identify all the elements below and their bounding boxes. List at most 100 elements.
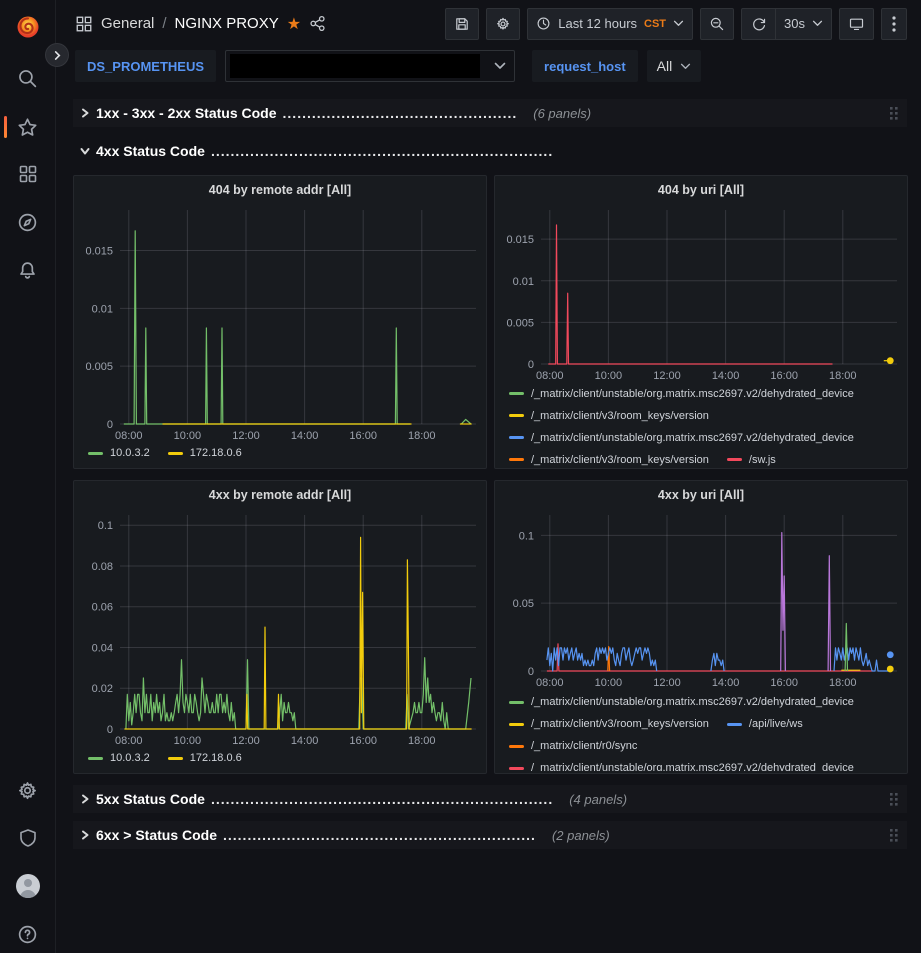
- configuration-gear-icon[interactable]: [0, 773, 55, 807]
- variable-label-request-host[interactable]: request_host: [532, 50, 638, 82]
- svg-text:18:00: 18:00: [408, 735, 436, 747]
- svg-text:16:00: 16:00: [349, 735, 377, 747]
- chevron-down-icon: [494, 62, 506, 70]
- variable-label-ds-prometheus[interactable]: DS_PROMETHEUS: [75, 50, 216, 82]
- clock-icon: [536, 16, 551, 31]
- panel-grid: 404 by remote addr [All] 08:0010:0012:00…: [73, 175, 907, 774]
- legend-item[interactable]: /_matrix/client/r0/sync: [509, 735, 637, 757]
- timeseries-chart-404-by-remote-addr[interactable]: 08:0010:0012:0014:0016:0018:0000.0050.01…: [74, 202, 486, 442]
- legend-series-label: 10.0.3.2: [110, 447, 150, 459]
- svg-text:08:00: 08:00: [536, 677, 564, 689]
- zoom-out-icon: [709, 16, 725, 32]
- search-icon[interactable]: [0, 61, 55, 95]
- favorite-star-icon[interactable]: ★: [287, 14, 301, 34]
- svg-text:0.06: 0.06: [92, 602, 113, 614]
- profile-avatar[interactable]: [0, 869, 55, 903]
- timeseries-chart-4xx-by-uri[interactable]: 08:0010:0012:0014:0016:0018:0000.050.1: [495, 507, 907, 691]
- svg-text:18:00: 18:00: [408, 430, 436, 442]
- refresh-interval-label: 30s: [784, 16, 805, 31]
- row-drag-handle[interactable]: [887, 790, 901, 809]
- svg-text:08:00: 08:00: [115, 430, 143, 442]
- zoom-out-time-button[interactable]: [700, 8, 734, 40]
- alerting-bell-icon[interactable]: [0, 253, 55, 287]
- save-icon: [454, 16, 470, 32]
- sidebar-expand-button[interactable]: [45, 43, 69, 67]
- row-drag-handle[interactable]: [887, 104, 901, 123]
- tv-mode-button[interactable]: [839, 8, 874, 40]
- dashboard-settings-button[interactable]: [486, 8, 520, 40]
- svg-text:16:00: 16:00: [770, 677, 798, 689]
- legend-item[interactable]: /_matrix/client/v3/room_keys/version: [509, 713, 709, 735]
- share-icon[interactable]: [309, 15, 326, 32]
- panel-title[interactable]: 4xx by remote addr [All]: [74, 481, 486, 507]
- svg-text:16:00: 16:00: [349, 430, 377, 442]
- legend-series-label: /_matrix/client/unstable/org.matrix.msc2…: [531, 696, 854, 708]
- svg-text:10:00: 10:00: [174, 430, 202, 442]
- legend-item[interactable]: /_matrix/client/v3/room_keys/version: [509, 449, 709, 468]
- row-title-leader: ........................................…: [211, 143, 553, 159]
- legend-series-label: /_matrix/client/v3/room_keys/version: [531, 718, 709, 730]
- grafana-logo[interactable]: [0, 10, 55, 44]
- row-header-4xx[interactable]: 4xx Status Code ........................…: [73, 137, 907, 165]
- refresh-icon: [751, 16, 767, 32]
- svg-text:0.04: 0.04: [92, 642, 113, 654]
- row-title: 1xx - 3xx - 2xx Status Code: [96, 105, 277, 121]
- legend-item[interactable]: 10.0.3.2: [88, 747, 150, 769]
- legend-item[interactable]: /_matrix/client/unstable/org.matrix.msc2…: [509, 427, 854, 449]
- legend-series-color: [509, 745, 524, 748]
- more-options-button[interactable]: [881, 8, 907, 40]
- legend-series-label: /_matrix/client/r0/sync: [531, 740, 637, 752]
- svg-text:12:00: 12:00: [653, 677, 681, 689]
- legend-item[interactable]: 172.18.0.6: [168, 747, 242, 769]
- legend-series-color: [509, 701, 524, 704]
- refresh-dashboard-button[interactable]: [741, 8, 775, 40]
- chevron-down-icon: [812, 20, 823, 27]
- svg-text:12:00: 12:00: [232, 735, 260, 747]
- legend-item[interactable]: 172.18.0.6: [168, 442, 242, 464]
- legend-series-label: /api/live/ws: [749, 718, 803, 730]
- panel-title[interactable]: 404 by uri [All]: [495, 176, 907, 202]
- starred-icon[interactable]: [0, 110, 55, 144]
- legend-item[interactable]: /_matrix/client/unstable/org.matrix.msc2…: [509, 383, 854, 405]
- legend-series-color: [509, 436, 524, 439]
- save-dashboard-button[interactable]: [445, 8, 479, 40]
- svg-text:12:00: 12:00: [653, 370, 681, 382]
- refresh-interval-picker[interactable]: 30s: [775, 8, 832, 40]
- chevron-right-icon: [80, 830, 90, 840]
- legend-series-label: /_matrix/client/unstable/org.matrix.msc2…: [531, 762, 854, 771]
- row-title: 5xx Status Code: [96, 791, 205, 807]
- panel-title[interactable]: 404 by remote addr [All]: [74, 176, 486, 202]
- row-title-leader: ........................................…: [223, 827, 536, 843]
- row-header-6xx[interactable]: 6xx > Status Code ......................…: [73, 821, 907, 849]
- legend-series-label: /sw.js: [749, 454, 776, 466]
- legend-series-color: [88, 757, 103, 760]
- datasource-variable-dropdown[interactable]: [225, 50, 515, 82]
- svg-text:0.01: 0.01: [513, 276, 534, 288]
- help-icon[interactable]: [0, 917, 55, 951]
- request-host-variable-dropdown[interactable]: All: [647, 50, 702, 82]
- breadcrumb: General / NGINX PROXY ★: [75, 14, 326, 34]
- svg-text:10:00: 10:00: [595, 677, 623, 689]
- row-header-5xx[interactable]: 5xx Status Code ........................…: [73, 785, 907, 813]
- legend-item[interactable]: /_matrix/client/unstable/org.matrix.msc2…: [509, 757, 854, 771]
- time-range-picker[interactable]: Last 12 hours CST: [527, 8, 693, 40]
- breadcrumb-section[interactable]: General: [101, 15, 154, 32]
- row-drag-handle[interactable]: [887, 826, 901, 845]
- timeseries-chart-4xx-by-remote-addr[interactable]: 08:0010:0012:0014:0016:0018:0000.020.040…: [74, 507, 486, 747]
- legend-item[interactable]: /api/live/ws: [727, 713, 803, 735]
- svg-text:0.015: 0.015: [85, 245, 113, 257]
- timeseries-chart-404-by-uri[interactable]: 08:0010:0012:0014:0016:0018:0000.0050.01…: [495, 202, 907, 383]
- server-admin-shield-icon[interactable]: [0, 821, 55, 855]
- legend-item[interactable]: /sw.js: [727, 449, 776, 468]
- explore-compass-icon[interactable]: [0, 205, 55, 239]
- legend-item[interactable]: /_matrix/client/unstable/org.matrix.msc2…: [509, 691, 854, 713]
- svg-text:18:00: 18:00: [829, 677, 857, 689]
- dashboards-icon[interactable]: [0, 157, 55, 191]
- legend-item[interactable]: 10.0.3.2: [88, 442, 150, 464]
- svg-text:0: 0: [528, 666, 534, 678]
- row-title: 6xx > Status Code: [96, 827, 217, 843]
- legend-item[interactable]: /_matrix/client/v3/room_keys/version: [509, 405, 709, 427]
- legend-series-color: [509, 723, 524, 726]
- panel-title[interactable]: 4xx by uri [All]: [495, 481, 907, 507]
- row-header-1xx-3xx-2xx[interactable]: 1xx - 3xx - 2xx Status Code ............…: [73, 99, 907, 127]
